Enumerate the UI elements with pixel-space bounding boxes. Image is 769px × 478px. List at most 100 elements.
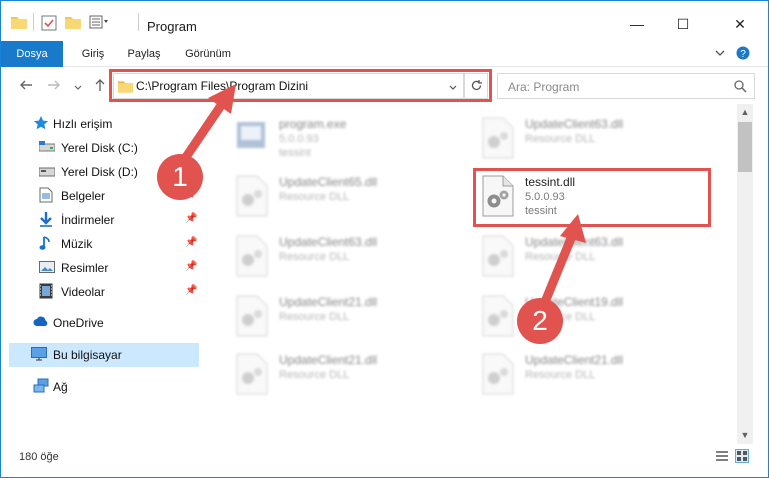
file-item[interactable]: UpdateClient63.dll Resource DLL bbox=[473, 110, 703, 166]
sidebar-item-music[interactable]: Müzik 📌 bbox=[1, 232, 201, 256]
status-bar: 180 öğe bbox=[1, 444, 768, 477]
file-description: tessint bbox=[279, 147, 311, 159]
pin-icon: 📌 bbox=[185, 261, 198, 272]
customize-icon[interactable] bbox=[89, 15, 109, 32]
search-placeholder: Ara: Program bbox=[508, 80, 580, 94]
pictures-icon bbox=[39, 261, 55, 277]
up-arrow-icon[interactable] bbox=[93, 78, 107, 95]
ribbon-tabs: Dosya Giriş Paylaş Görünüm ? bbox=[1, 41, 768, 67]
search-box[interactable]: Ara: Program bbox=[497, 73, 755, 99]
file-name: UpdateClient63.dll bbox=[525, 235, 624, 249]
file-name: UpdateClient63.dll bbox=[525, 117, 624, 131]
sidebar-item-label: İndirmeler bbox=[61, 213, 115, 227]
file-item[interactable]: UpdateClient21.dll Resource DLL bbox=[473, 346, 703, 402]
details-view-icon[interactable] bbox=[715, 449, 729, 463]
file-item[interactable]: UpdateClient63.dll Resource DLL bbox=[473, 228, 703, 284]
pin-icon: 📌 bbox=[185, 213, 198, 224]
file-version: 5.0.0.93 bbox=[279, 133, 319, 145]
file-name: UpdateClient21.dll bbox=[279, 353, 378, 367]
exe-file-icon bbox=[233, 116, 271, 160]
file-item[interactable]: UpdateClient19.dll Resource DLL bbox=[473, 288, 703, 344]
file-item[interactable]: UpdateClient63.dll Resource DLL bbox=[227, 228, 457, 284]
music-icon bbox=[39, 235, 55, 251]
downloads-icon bbox=[39, 211, 55, 227]
chevron-down-icon[interactable] bbox=[714, 47, 726, 62]
file-list: program.exe 5.0.0.93 tessint UpdateClien… bbox=[207, 104, 737, 444]
pin-icon: 📌 bbox=[185, 285, 198, 296]
file-name: UpdateClient65.dll bbox=[279, 175, 378, 189]
dll-file-icon bbox=[233, 352, 271, 396]
properties-icon[interactable] bbox=[41, 15, 57, 34]
file-description: Resource DLL bbox=[279, 191, 350, 203]
dll-file-icon bbox=[233, 294, 271, 338]
back-arrow-icon[interactable] bbox=[19, 78, 33, 95]
nav-onedrive[interactable]: OneDrive bbox=[1, 311, 201, 335]
file-item[interactable]: UpdateClient65.dll Resource DLL bbox=[227, 168, 457, 224]
sidebar-item-label: Videolar bbox=[61, 285, 105, 299]
file-name: UpdateClient21.dll bbox=[279, 295, 378, 309]
quick-access-label: Hızlı erişim bbox=[53, 117, 113, 131]
this-pc-label: Bu bilgisayar bbox=[53, 348, 122, 362]
tab-view[interactable]: Görünüm bbox=[177, 41, 239, 67]
sidebar-item-videos[interactable]: Videolar 📌 bbox=[1, 280, 201, 304]
step-marker-1: 1 bbox=[157, 154, 203, 200]
folder-icon bbox=[11, 15, 27, 32]
tiles-view-icon[interactable] bbox=[735, 449, 749, 463]
minimize-button[interactable]: — bbox=[614, 9, 660, 39]
network-icon bbox=[33, 378, 49, 394]
new-folder-icon[interactable] bbox=[65, 15, 81, 32]
file-highlight bbox=[473, 168, 711, 227]
file-item[interactable]: program.exe 5.0.0.93 tessint bbox=[227, 110, 457, 166]
forward-arrow-icon[interactable] bbox=[47, 78, 61, 95]
drive-icon bbox=[38, 141, 56, 157]
videos-icon bbox=[39, 283, 55, 299]
step-marker-2: 2 bbox=[517, 298, 563, 344]
file-item[interactable]: UpdateClient21.dll Resource DLL bbox=[227, 346, 457, 402]
sidebar-item-label: Müzik bbox=[61, 237, 93, 251]
file-description: Resource DLL bbox=[279, 251, 350, 263]
scroll-up-arrow-icon[interactable]: ▲ bbox=[737, 104, 753, 121]
address-bar-highlight bbox=[109, 69, 492, 102]
item-count: 180 öğe bbox=[19, 451, 59, 463]
star-icon bbox=[33, 115, 49, 131]
close-button[interactable]: ✕ bbox=[717, 9, 763, 39]
title-bar: Program — ☐ ✕ bbox=[1, 1, 768, 41]
file-description: Resource DLL bbox=[525, 369, 596, 381]
onedrive-label: OneDrive bbox=[53, 316, 104, 330]
sidebar-item-downloads[interactable]: İndirmeler 📌 bbox=[1, 208, 201, 232]
dll-file-icon bbox=[233, 174, 271, 218]
pin-icon: 📌 bbox=[185, 237, 198, 248]
scroll-thumb[interactable] bbox=[738, 122, 752, 172]
file-description: Resource DLL bbox=[525, 133, 596, 145]
maximize-button[interactable]: ☐ bbox=[660, 9, 706, 39]
dll-file-icon bbox=[479, 294, 517, 338]
dll-file-icon bbox=[479, 352, 517, 396]
file-name: program.exe bbox=[279, 117, 347, 131]
help-icon[interactable]: ? bbox=[736, 46, 750, 63]
search-icon bbox=[734, 80, 747, 96]
recent-dropdown-icon[interactable] bbox=[73, 80, 83, 96]
tab-file[interactable]: Dosya bbox=[1, 41, 63, 67]
sidebar-item-label: Resimler bbox=[61, 261, 109, 275]
sidebar-item-pictures[interactable]: Resimler 📌 bbox=[1, 256, 201, 280]
documents-icon bbox=[39, 187, 55, 203]
cloud-icon bbox=[33, 316, 49, 332]
tab-home[interactable]: Giriş bbox=[71, 41, 115, 67]
dll-file-icon bbox=[479, 116, 517, 160]
nav-this-pc[interactable]: Bu bilgisayar bbox=[9, 343, 199, 367]
file-name: UpdateClient21.dll bbox=[525, 353, 624, 367]
file-description: Resource DLL bbox=[279, 311, 350, 323]
sidebar-item-label: Yerel Disk (C:) bbox=[61, 141, 138, 155]
vertical-scrollbar[interactable]: ▲ ▼ bbox=[737, 104, 753, 444]
file-name: UpdateClient63.dll bbox=[279, 235, 378, 249]
file-item[interactable]: UpdateClient21.dll Resource DLL bbox=[227, 288, 457, 344]
computer-icon bbox=[31, 347, 47, 363]
dll-file-icon bbox=[479, 234, 517, 278]
file-description: Resource DLL bbox=[279, 369, 350, 381]
tab-share[interactable]: Paylaş bbox=[119, 41, 169, 67]
drive-icon bbox=[38, 166, 56, 182]
nav-quick-access[interactable]: Hızlı erişim bbox=[1, 112, 201, 136]
file-description: Resource DLL bbox=[525, 251, 596, 263]
scroll-down-arrow-icon[interactable]: ▼ bbox=[737, 427, 753, 444]
nav-network[interactable]: Ağ bbox=[1, 375, 201, 399]
